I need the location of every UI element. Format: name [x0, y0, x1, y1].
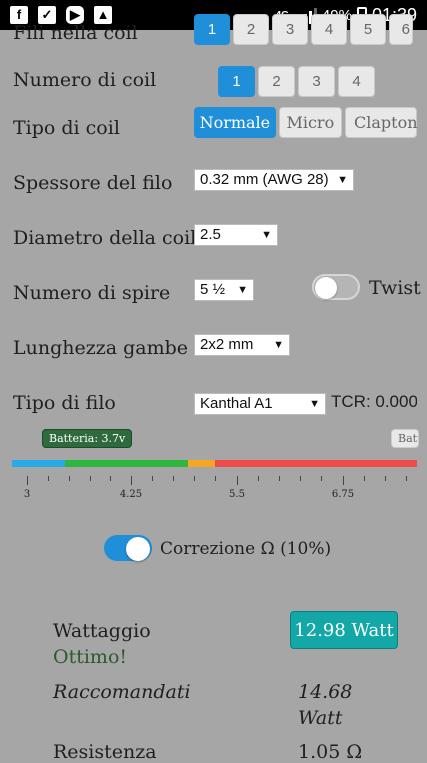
tick: [385, 476, 386, 481]
wire-type-select[interactable]: Kanthal A1 ▼: [194, 393, 326, 415]
tcr-value: TCR: 0.000: [331, 392, 417, 411]
tick: [152, 476, 153, 481]
wraps-value: 5 ½: [200, 281, 226, 298]
coil-type-option[interactable]: Clapton: [345, 107, 417, 138]
battery-badge: Batteria: 3.7v: [42, 429, 133, 448]
tick: [131, 476, 132, 485]
coil-type-option[interactable]: Normale: [194, 107, 276, 138]
wire-thickness-select[interactable]: 0.32 mm (AWG 28) ▼: [194, 169, 354, 191]
coil-count-option[interactable]: 4: [338, 66, 375, 97]
coils-in-coil-label: Fili nella coil: [13, 22, 138, 44]
coil-count-label: Numero di coil: [13, 69, 157, 91]
leg-length-label: Lunghezza gambe: [13, 337, 189, 359]
coil-diameter-select[interactable]: 2.5 ▼: [194, 224, 278, 246]
range-green: [65, 460, 188, 467]
tick: [215, 476, 216, 481]
recommended-label: Raccomandati: [53, 681, 191, 703]
leg-length-value: 2x2 mm: [200, 336, 254, 353]
tick: [69, 476, 70, 481]
ohm-correction-label: Correzione Ω (10%): [160, 539, 332, 559]
range-blue: [12, 460, 65, 467]
wattage-status: Ottimo!: [53, 646, 128, 668]
coil-type-option[interactable]: Micro: [278, 107, 342, 138]
coil-count-selector: 1 2 3 4: [218, 66, 375, 97]
twist-label: Twist: [369, 277, 421, 299]
toggle-knob: [126, 537, 150, 561]
range-red: [215, 460, 417, 467]
tick: [279, 476, 280, 481]
wire-thickness-label: Spessore del filo: [13, 172, 173, 194]
coil-count-option[interactable]: 1: [218, 66, 255, 97]
wraps-label: Numero di spire: [13, 282, 171, 304]
tick: [27, 476, 28, 485]
coil-type-label: Tipo di coil: [13, 117, 120, 139]
tick-label: 3: [23, 489, 31, 500]
leg-length-select[interactable]: 2x2 mm ▼: [194, 334, 290, 356]
tick: [194, 476, 195, 481]
coils-in-coil-option[interactable]: 1: [194, 14, 230, 45]
coil-count-option[interactable]: 3: [298, 66, 335, 97]
coils-in-coil-option[interactable]: 2: [233, 14, 269, 45]
coils-in-coil-selector: 1 2 3 4 5 6: [194, 14, 413, 45]
chevron-down-icon: ▼: [337, 174, 348, 186]
tick: [321, 476, 322, 481]
tick: [90, 476, 91, 481]
chevron-down-icon: ▼: [309, 398, 320, 410]
wire-type-value: Kanthal A1: [200, 395, 273, 412]
tick: [48, 476, 49, 481]
coil-diameter-value: 2.5: [200, 226, 221, 243]
tick: [364, 476, 365, 481]
coils-in-coil-option[interactable]: 6: [389, 14, 413, 45]
tick: [406, 476, 407, 481]
tick: [343, 476, 344, 485]
chevron-down-icon: ▼: [273, 339, 284, 351]
coil-diameter-label: Diametro della coil: [13, 227, 197, 249]
coils-in-coil-option[interactable]: 5: [350, 14, 386, 45]
coil-type-selector: Normale Micro Clapton: [194, 107, 417, 138]
coils-in-coil-option[interactable]: 4: [311, 14, 347, 45]
recommended-value: 14.68: [298, 681, 353, 703]
tick: [110, 476, 111, 481]
ohm-correction-toggle[interactable]: [104, 535, 152, 561]
twist-toggle[interactable]: [312, 274, 360, 300]
tick: [173, 476, 174, 481]
wire-type-label: Tipo di filo: [13, 392, 116, 414]
tick-label: 6.75: [331, 489, 355, 500]
chevron-down-icon: ▼: [261, 229, 272, 241]
range-orange: [188, 460, 215, 467]
wattage-label: Wattaggio: [53, 620, 151, 642]
coil-count-option[interactable]: 2: [258, 66, 295, 97]
wire-thickness-value: 0.32 mm (AWG 28): [200, 171, 329, 188]
tick-label: 4.25: [119, 489, 143, 500]
recommended-unit: Watt: [298, 707, 343, 729]
toggle-knob: [315, 277, 337, 299]
tick-label: 5.5: [229, 489, 245, 500]
wraps-select[interactable]: 5 ½ ▼: [194, 279, 254, 301]
resistance-label: Resistenza: [53, 741, 157, 763]
chevron-down-icon: ▼: [237, 284, 248, 296]
tick: [237, 476, 238, 485]
tick: [300, 476, 301, 481]
coils-in-coil-option[interactable]: 3: [272, 14, 308, 45]
tick: [258, 476, 259, 481]
resistance-value: 1.05 Ω: [298, 741, 363, 763]
wattage-value-button[interactable]: 12.98 Watt: [290, 611, 398, 649]
battery-badge-right: Batt: [391, 429, 419, 448]
